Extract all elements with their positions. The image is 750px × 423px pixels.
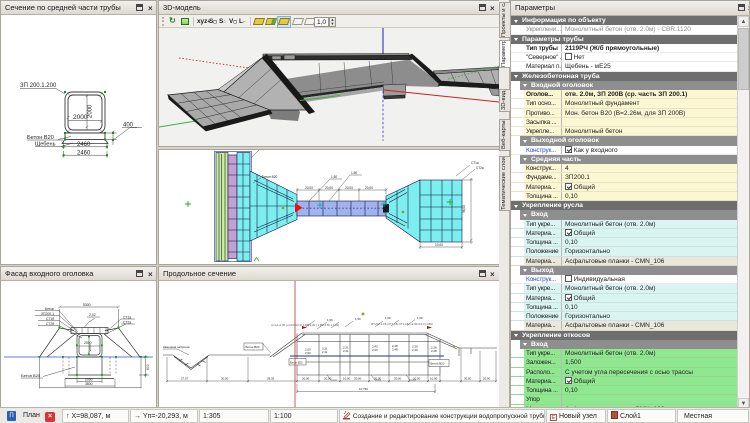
svg-text:20,00: 20,00 bbox=[345, 186, 353, 190]
svg-text:20,00: 20,00 bbox=[374, 377, 382, 381]
svg-text:Бетон В20: Бетон В20 bbox=[246, 345, 260, 349]
svg-text:2,21: 2,21 bbox=[343, 346, 349, 350]
svg-text:ЗП 200.1.СБ (СТ1.СБ) СТ2.СБ (+: ЗП 200.1.СБ (СТ1.СБ) СТ2.СБ (+2,00×б/2,0… bbox=[371, 322, 433, 326]
svg-text:20,00: 20,00 bbox=[365, 186, 373, 190]
svg-text:2,43: 2,43 bbox=[372, 345, 378, 349]
svg-text:10,00: 10,00 bbox=[435, 243, 443, 247]
svg-text:20,00: 20,00 bbox=[324, 377, 332, 381]
svg-text:5300: 5300 bbox=[83, 303, 91, 307]
svg-text:Бетон В20: Бетон В20 bbox=[21, 373, 41, 378]
svg-text:2000: 2000 bbox=[73, 114, 88, 121]
svg-text:2,28: 2,28 bbox=[431, 349, 437, 353]
svg-text:Бетон В20: Бетон В20 bbox=[262, 175, 277, 179]
svg-text:2,48: 2,48 bbox=[392, 348, 398, 352]
svg-text:30,00: 30,00 bbox=[221, 377, 229, 381]
svg-text:2,39: 2,39 bbox=[412, 345, 418, 349]
svg-text:1,50: 1,50 bbox=[417, 316, 423, 320]
svg-text:27,07: 27,07 bbox=[181, 377, 189, 381]
svg-text:Каменная наброска: Каменная наброска bbox=[163, 345, 190, 349]
svg-text:2460: 2460 bbox=[77, 151, 91, 157]
svg-text:1,50: 1,50 bbox=[355, 317, 361, 321]
svg-text:2060: 2060 bbox=[85, 378, 93, 382]
svg-text:20,00: 20,00 bbox=[413, 377, 421, 381]
svg-text:2000: 2000 bbox=[88, 104, 94, 118]
svg-text:ЗП200.1: ЗП200.1 bbox=[41, 312, 54, 316]
svg-text:20,00: 20,00 bbox=[305, 186, 313, 190]
svg-text:1,50: 1,50 bbox=[331, 175, 337, 179]
svg-text:СТ2б: СТ2б bbox=[46, 322, 54, 326]
svg-text:СТ1а: СТ1а bbox=[471, 161, 479, 165]
svg-text:20,00: 20,00 bbox=[325, 186, 333, 190]
svg-text:20,00: 20,00 bbox=[394, 377, 402, 381]
svg-text:1,50: 1,50 bbox=[327, 318, 333, 322]
svg-text:10,00: 10,00 bbox=[430, 377, 438, 381]
svg-text:СТ1а: СТ1а bbox=[123, 316, 131, 320]
svg-text:10,00: 10,00 bbox=[343, 377, 351, 381]
svg-text:2,43: 2,43 bbox=[372, 348, 378, 352]
svg-text:20,00: 20,00 bbox=[302, 377, 310, 381]
svg-text:28,35: 28,35 bbox=[267, 377, 275, 381]
svg-text:2460: 2460 bbox=[77, 142, 91, 148]
svg-text:2,02: 2,02 bbox=[89, 313, 96, 317]
svg-text:20,00: 20,00 bbox=[483, 377, 491, 381]
svg-text:СТ2а: СТ2а bbox=[476, 166, 484, 170]
svg-text:1,50: 1,50 bbox=[385, 316, 391, 320]
svg-text:36,00: 36,00 bbox=[462, 205, 466, 213]
svg-text:2000: 2000 bbox=[88, 344, 92, 351]
svg-text:600: 600 bbox=[146, 364, 150, 370]
svg-text:10,760: 10,760 bbox=[359, 387, 368, 391]
svg-text:1,50: 1,50 bbox=[351, 171, 357, 175]
svg-text:сл.щ4+2,00 (+2,00×б/2,0) 1.ВМ: сл.щ4+2,00 (+2,00×б/2,0) 1.ВМ 2,00 (-1.В… bbox=[271, 323, 339, 327]
svg-text:20,00: 20,00 bbox=[354, 377, 362, 381]
svg-text:СТ1б: СТ1б bbox=[46, 317, 54, 321]
svg-text:2,00: 2,00 bbox=[305, 351, 311, 355]
svg-text:2,28: 2,28 bbox=[431, 346, 437, 350]
svg-text:3800: 3800 bbox=[85, 382, 93, 386]
svg-text:СТ2а: СТ2а bbox=[123, 321, 131, 325]
svg-text:Бетон В20: Бетон В20 bbox=[290, 361, 303, 365]
svg-text:2,21: 2,21 bbox=[343, 349, 349, 353]
svg-text:2,00: 2,00 bbox=[305, 348, 311, 352]
svg-text:Бетон: Бетон bbox=[45, 307, 54, 311]
svg-text:30,00: 30,00 bbox=[464, 377, 472, 381]
svg-text:Бетон В20: Бетон В20 bbox=[431, 362, 445, 366]
svg-text:2,11: 2,11 bbox=[322, 350, 328, 354]
svg-text:ЗП 200.1.200: ЗП 200.1.200 bbox=[20, 83, 57, 89]
svg-text:2,39: 2,39 bbox=[412, 348, 418, 352]
svg-text:2,11: 2,11 bbox=[322, 347, 328, 351]
svg-text:2,48: 2,48 bbox=[392, 344, 398, 348]
